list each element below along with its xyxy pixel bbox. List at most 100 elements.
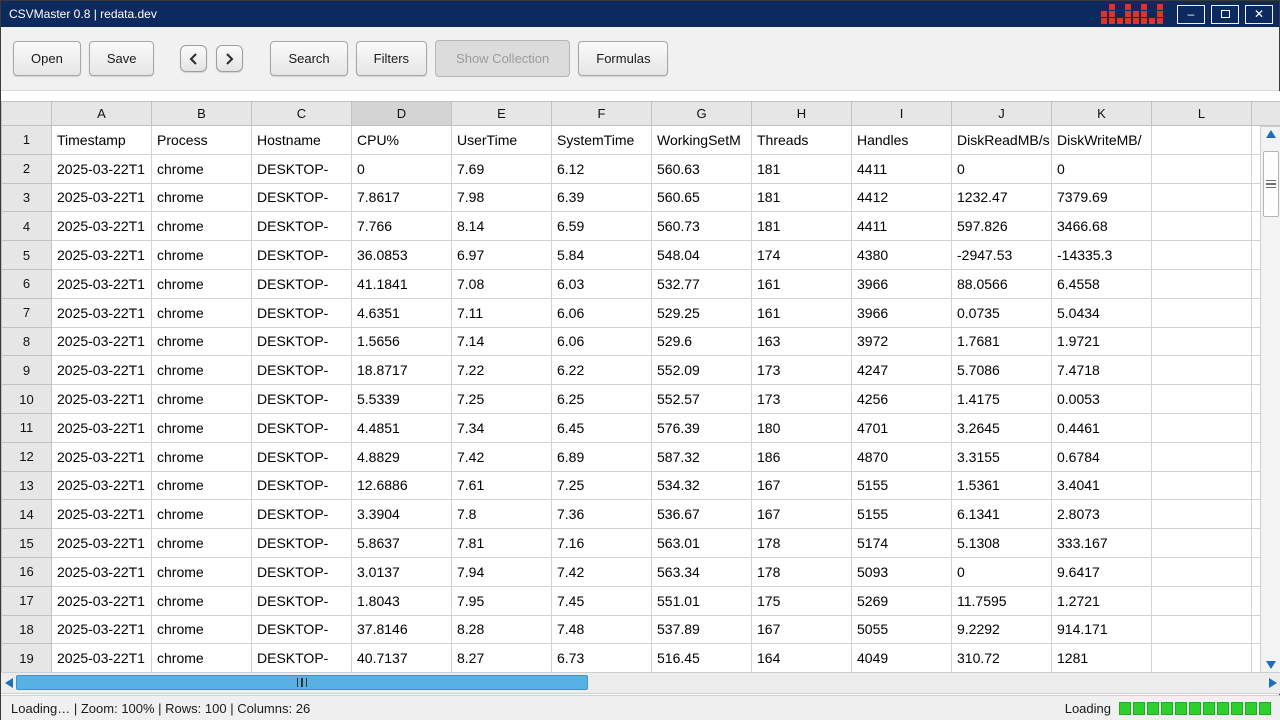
cell-G5[interactable]: 548.04	[651, 240, 752, 270]
cell-B10[interactable]: chrome	[151, 384, 252, 414]
column-header-J[interactable]: J	[951, 101, 1052, 126]
vertical-scrollbar-thumb[interactable]	[1263, 151, 1279, 217]
cell-H17[interactable]: 175	[751, 585, 852, 616]
cell-H18[interactable]: 167	[751, 614, 852, 645]
cell-B15[interactable]: chrome	[151, 528, 252, 558]
cell-A13[interactable]: 2025-03-22T1	[51, 470, 152, 501]
cell-I14[interactable]: 5155	[851, 499, 952, 530]
row-header-6[interactable]: 6	[1, 268, 52, 299]
cell-B2[interactable]: chrome	[151, 153, 252, 184]
cell-D8[interactable]: 1.5656	[351, 326, 452, 357]
cell-L1[interactable]	[1151, 125, 1252, 155]
cell-K9[interactable]: 7.4718	[1051, 355, 1152, 386]
cell-F15[interactable]: 7.16	[551, 528, 652, 558]
cell-E3[interactable]: 7.98	[451, 182, 552, 213]
column-header-H[interactable]: H	[751, 101, 852, 126]
cell-I16[interactable]: 5093	[851, 556, 952, 587]
cell-B7[interactable]: chrome	[151, 297, 252, 328]
cell-I9[interactable]: 4247	[851, 355, 952, 386]
cell-F17[interactable]: 7.45	[551, 585, 652, 616]
cell-L11[interactable]	[1151, 412, 1252, 443]
cell-C17[interactable]: DESKTOP-	[251, 585, 352, 616]
cell-I18[interactable]: 5055	[851, 614, 952, 645]
back-button[interactable]	[180, 45, 208, 72]
cell-D3[interactable]: 7.8617	[351, 182, 452, 213]
cell-L9[interactable]	[1151, 355, 1252, 386]
cell-D15[interactable]: 5.8637	[351, 528, 452, 558]
cell-B8[interactable]: chrome	[151, 326, 252, 357]
cell-J18[interactable]: 9.2292	[951, 614, 1052, 645]
row-header-8[interactable]: 8	[1, 326, 52, 357]
cell-H1[interactable]: Threads	[751, 125, 852, 155]
scroll-down-button[interactable]	[1261, 661, 1280, 669]
cell-C5[interactable]: DESKTOP-	[251, 240, 352, 270]
cell-G10[interactable]: 552.57	[651, 384, 752, 414]
cell-G9[interactable]: 552.09	[651, 355, 752, 386]
cell-H19[interactable]: 164	[751, 643, 852, 673]
cell-H14[interactable]: 167	[751, 499, 852, 530]
cell-A10[interactable]: 2025-03-22T1	[51, 384, 152, 414]
row-header-13[interactable]: 13	[1, 470, 52, 501]
scroll-up-button[interactable]	[1261, 130, 1280, 138]
cell-G3[interactable]: 560.65	[651, 182, 752, 213]
cell-F13[interactable]: 7.25	[551, 470, 652, 501]
cell-C6[interactable]: DESKTOP-	[251, 268, 352, 299]
cell-B12[interactable]: chrome	[151, 441, 252, 472]
cell-A11[interactable]: 2025-03-22T1	[51, 412, 152, 443]
cell-A16[interactable]: 2025-03-22T1	[51, 556, 152, 587]
cell-H2[interactable]: 181	[751, 153, 852, 184]
horizontal-scrollbar[interactable]	[1, 672, 1280, 694]
cell-E10[interactable]: 7.25	[451, 384, 552, 414]
cell-G4[interactable]: 560.73	[651, 211, 752, 242]
cell-A17[interactable]: 2025-03-22T1	[51, 585, 152, 616]
cell-C19[interactable]: DESKTOP-	[251, 643, 352, 673]
cell-F16[interactable]: 7.42	[551, 556, 652, 587]
cell-C12[interactable]: DESKTOP-	[251, 441, 352, 472]
cell-K12[interactable]: 0.6784	[1051, 441, 1152, 472]
cell-L4[interactable]	[1151, 211, 1252, 242]
row-header-18[interactable]: 18	[1, 614, 52, 645]
cell-D13[interactable]: 12.6886	[351, 470, 452, 501]
cell-L13[interactable]	[1151, 470, 1252, 501]
cell-G1[interactable]: WorkingSetM	[651, 125, 752, 155]
cell-J12[interactable]: 3.3155	[951, 441, 1052, 472]
cell-J6[interactable]: 88.0566	[951, 268, 1052, 299]
cell-E1[interactable]: UserTime	[451, 125, 552, 155]
row-header-7[interactable]: 7	[1, 297, 52, 328]
cell-E18[interactable]: 8.28	[451, 614, 552, 645]
formulas-button[interactable]: Formulas	[578, 41, 669, 76]
cell-E2[interactable]: 7.69	[451, 153, 552, 184]
row-header-4[interactable]: 4	[1, 211, 52, 242]
cell-F4[interactable]: 6.59	[551, 211, 652, 242]
cell-K11[interactable]: 0.4461	[1051, 412, 1152, 443]
cell-A1[interactable]: Timestamp	[51, 125, 152, 155]
cell-G19[interactable]: 516.45	[651, 643, 752, 673]
minimize-button[interactable]: –	[1177, 4, 1205, 24]
cell-K14[interactable]: 2.8073	[1051, 499, 1152, 530]
cell-F14[interactable]: 7.36	[551, 499, 652, 530]
cell-H9[interactable]: 173	[751, 355, 852, 386]
cell-K16[interactable]: 9.6417	[1051, 556, 1152, 587]
row-header-12[interactable]: 12	[1, 441, 52, 472]
cell-G8[interactable]: 529.6	[651, 326, 752, 357]
cell-J17[interactable]: 11.7595	[951, 585, 1052, 616]
cell-B11[interactable]: chrome	[151, 412, 252, 443]
column-header-D[interactable]: D	[351, 101, 452, 126]
cell-C18[interactable]: DESKTOP-	[251, 614, 352, 645]
cell-G6[interactable]: 532.77	[651, 268, 752, 299]
cell-A6[interactable]: 2025-03-22T1	[51, 268, 152, 299]
cell-J3[interactable]: 1232.47	[951, 182, 1052, 213]
cell-B19[interactable]: chrome	[151, 643, 252, 673]
cell-K8[interactable]: 1.9721	[1051, 326, 1152, 357]
cell-B18[interactable]: chrome	[151, 614, 252, 645]
cell-B16[interactable]: chrome	[151, 556, 252, 587]
column-header-I[interactable]: I	[851, 101, 952, 126]
row-header-15[interactable]: 15	[1, 528, 52, 558]
cell-L17[interactable]	[1151, 585, 1252, 616]
cell-K7[interactable]: 5.0434	[1051, 297, 1152, 328]
scroll-right-button[interactable]	[1266, 673, 1280, 693]
cell-E9[interactable]: 7.22	[451, 355, 552, 386]
vertical-scrollbar[interactable]	[1260, 126, 1280, 673]
cell-J10[interactable]: 1.4175	[951, 384, 1052, 414]
column-header-A[interactable]: A	[51, 101, 152, 126]
